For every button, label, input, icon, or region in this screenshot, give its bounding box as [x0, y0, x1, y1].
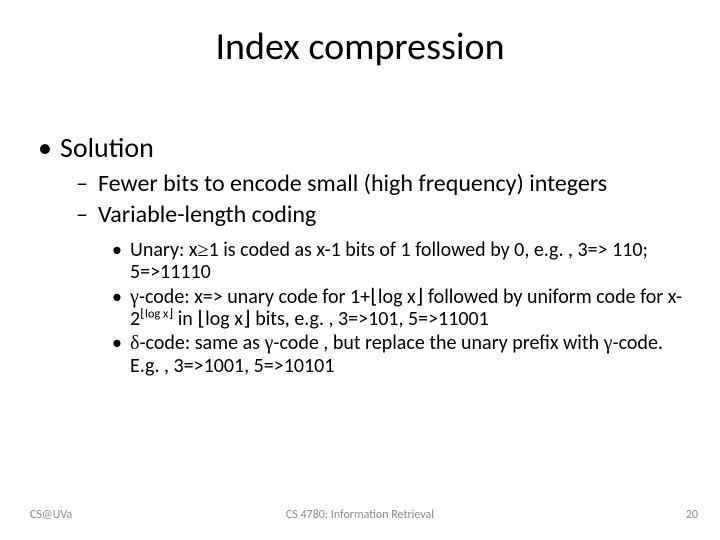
- exponent: ⌊log x⌋: [140, 306, 173, 321]
- text: -code , but replace the unary prefix wit…: [273, 331, 603, 355]
- bullet-text: Unary: x≥1 is coded as x-1 bits of 1 fol…: [130, 239, 692, 284]
- text: Unary: x: [130, 238, 198, 262]
- bullet-text: Solution: [60, 130, 154, 165]
- bullet-text: Fewer bits to encode small (high frequen…: [98, 171, 607, 198]
- bullet-l3-unary: • Unary: x≥1 is coded as x-1 bits of 1 f…: [112, 239, 692, 284]
- bullet-l3-delta: • δ-code: same as γ-code , but replace t…: [112, 332, 692, 377]
- bullet-dot: •: [112, 286, 130, 331]
- slide-title: Index compression: [0, 24, 720, 70]
- text: in ⌊log x⌋ bits, e.g. , 3=>101, 5=>11001: [173, 307, 489, 331]
- bullet-dot: •: [112, 239, 130, 284]
- ge-symbol: ≥: [198, 239, 209, 261]
- text: -code: same as: [139, 331, 264, 355]
- bullet-dash: –: [76, 202, 98, 229]
- footer-center: CS 4780: Information Retrieval: [0, 508, 720, 522]
- bullet-text: γ-code: x=> unary code for 1+⌊log x⌋ fol…: [130, 286, 692, 331]
- bullet-text: δ-code: same as γ-code , but replace the…: [130, 332, 692, 377]
- bullet-dot: •: [38, 130, 60, 165]
- slide-body: • Solution – Fewer bits to encode small …: [38, 130, 692, 379]
- bullet-dot: •: [112, 332, 130, 377]
- bullet-l1: • Solution: [38, 130, 692, 165]
- slide-number: 20: [686, 508, 698, 522]
- bullet-dash: –: [76, 171, 98, 198]
- gamma-symbol: γ: [130, 286, 139, 308]
- bullet-l2: – Fewer bits to encode small (high frequ…: [76, 171, 692, 198]
- bullet-l3-gamma: • γ-code: x=> unary code for 1+⌊log x⌋ f…: [112, 286, 692, 331]
- bullet-text: Variable-length coding: [98, 202, 316, 229]
- text: 1 is coded as x-1 bits of 1 followed by …: [130, 238, 648, 284]
- slide: Index compression • Solution – Fewer bit…: [0, 0, 720, 540]
- bullet-l2: – Variable-length coding: [76, 202, 692, 229]
